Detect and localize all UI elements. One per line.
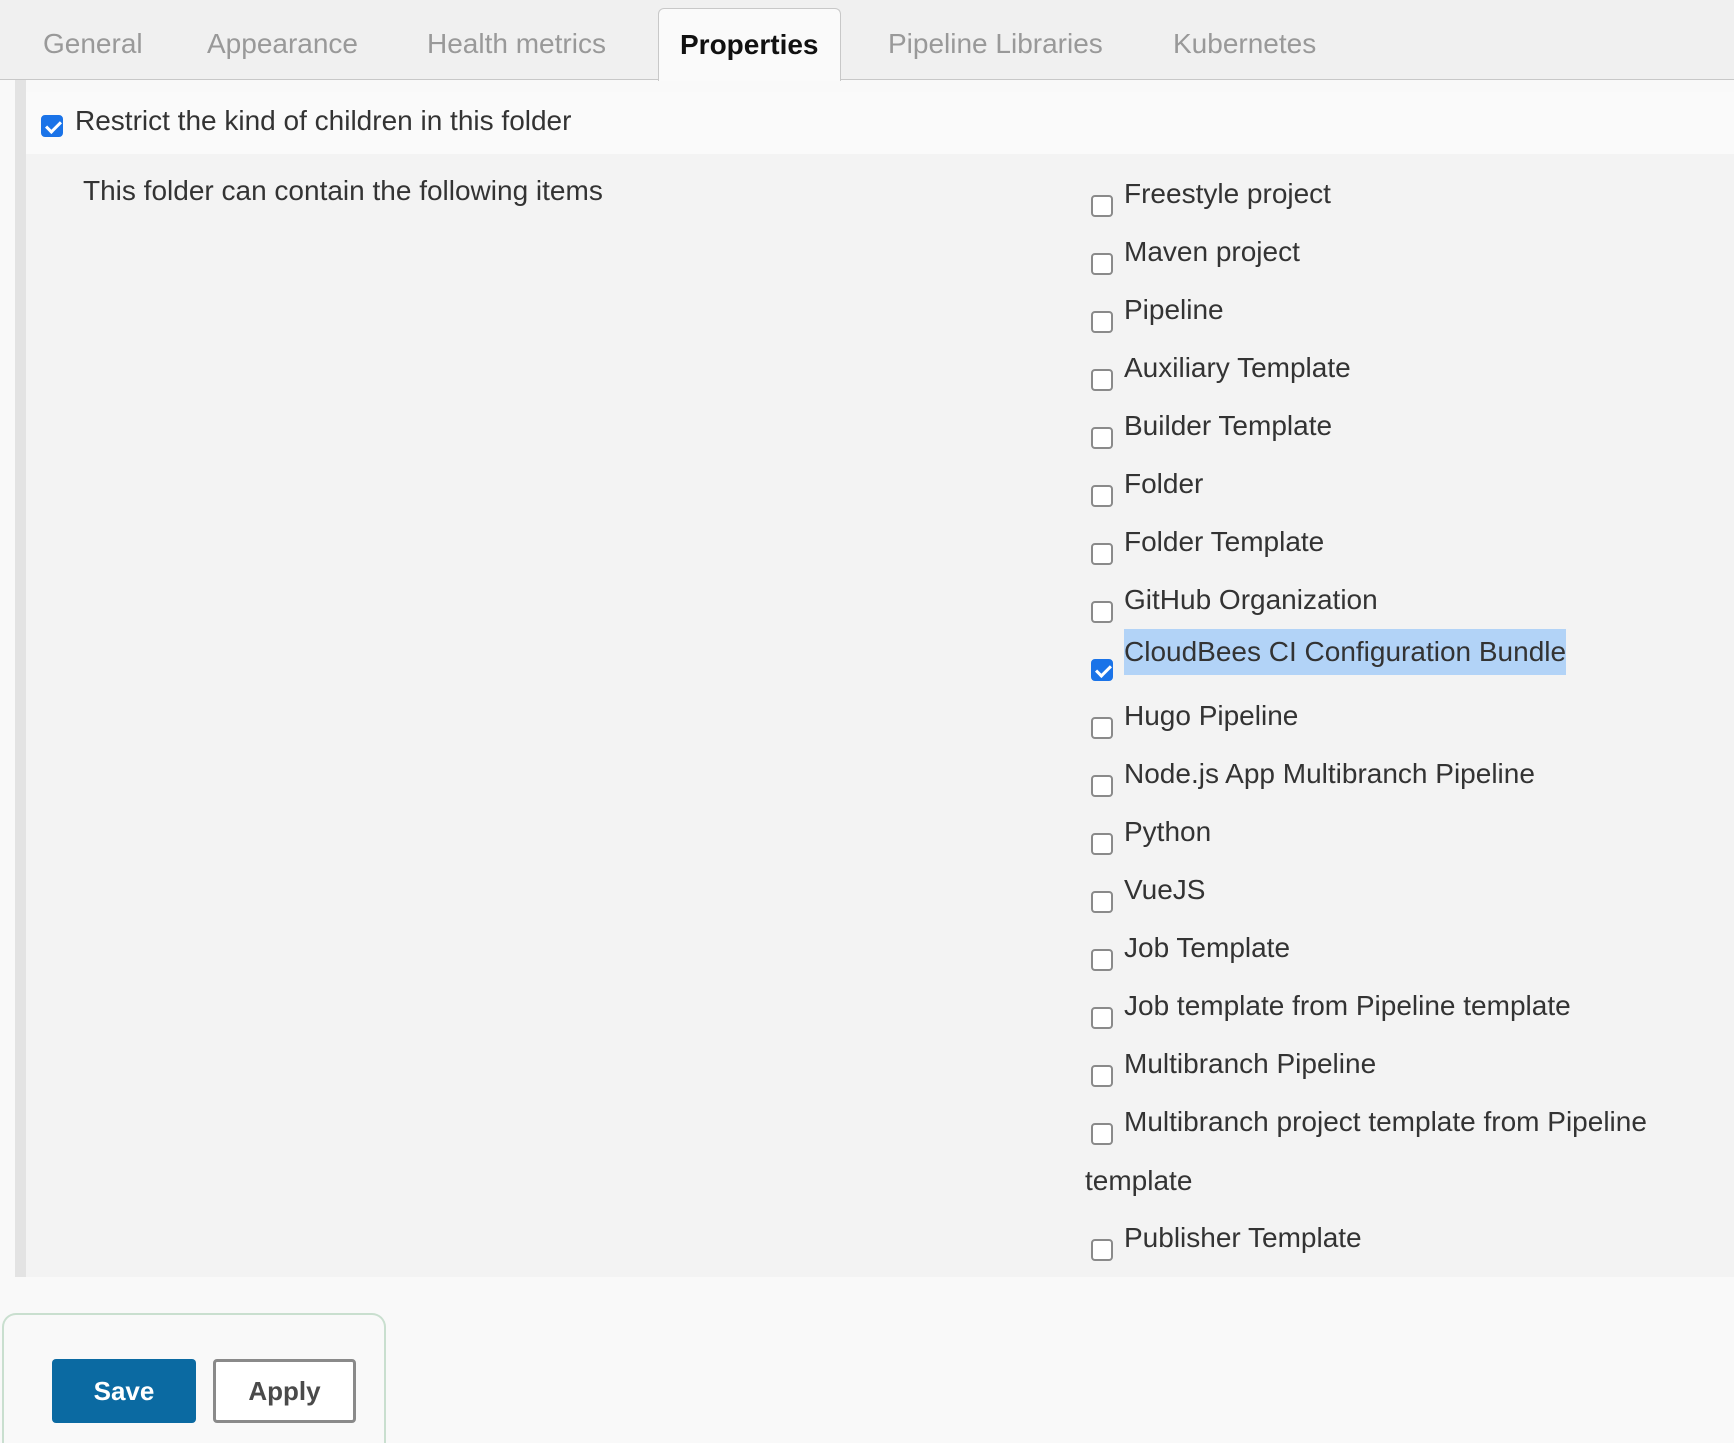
item-checkbox-freestyle-project[interactable] <box>1091 195 1113 217</box>
item-label-builder-template[interactable]: Builder Template <box>1124 406 1332 446</box>
item-checkbox-nodejs-app-multibranch-pipeline[interactable] <box>1091 775 1113 797</box>
item-label-folder-template[interactable]: Folder Template <box>1124 522 1324 562</box>
item-label-job-template[interactable]: Job Template <box>1124 928 1290 968</box>
item-label-cloudbees-ci-configuration-bundle[interactable]: CloudBees CI Configuration Bundle <box>1124 629 1567 675</box>
item-checkbox-cloudbees-ci-configuration-bundle[interactable] <box>1091 659 1113 681</box>
item-label-multibranch-project-template-wrap[interactable]: template <box>1085 1165 1192 1197</box>
item-checkbox-hugo-pipeline[interactable] <box>1091 717 1113 739</box>
item-label-github-organization[interactable]: GitHub Organization <box>1124 580 1378 620</box>
item-label-hugo-pipeline[interactable]: Hugo Pipeline <box>1124 696 1298 736</box>
section-rail <box>15 80 26 1277</box>
tab-kubernetes[interactable]: Kubernetes <box>1173 8 1316 81</box>
item-label-vuejs[interactable]: VueJS <box>1124 870 1205 910</box>
tab-properties[interactable]: Properties <box>658 8 841 81</box>
item-label-auxiliary-template[interactable]: Auxiliary Template <box>1124 348 1351 388</box>
item-label-job-template-from-pipeline-template[interactable]: Job template from Pipeline template <box>1124 986 1571 1026</box>
item-label-maven-project[interactable]: Maven project <box>1124 232 1300 272</box>
item-checkbox-multibranch-pipeline[interactable] <box>1091 1065 1113 1087</box>
item-checkbox-builder-template[interactable] <box>1091 427 1113 449</box>
tab-bar: General Appearance Health metrics Proper… <box>0 0 1734 81</box>
item-checkbox-pipeline[interactable] <box>1091 311 1113 333</box>
allowed-items-label: This folder can contain the following it… <box>83 175 603 206</box>
item-checkbox-job-template[interactable] <box>1091 949 1113 971</box>
tab-appearance[interactable]: Appearance <box>207 8 358 81</box>
item-checkbox-maven-project[interactable] <box>1091 253 1113 275</box>
item-checkbox-python[interactable] <box>1091 833 1113 855</box>
item-checkbox-github-organization[interactable] <box>1091 601 1113 623</box>
item-label-pipeline[interactable]: Pipeline <box>1124 290 1224 330</box>
item-checkbox-auxiliary-template[interactable] <box>1091 369 1113 391</box>
item-checkbox-vuejs[interactable] <box>1091 891 1113 913</box>
tab-pipeline-libraries[interactable]: Pipeline Libraries <box>888 8 1103 81</box>
item-label-publisher-template[interactable]: Publisher Template <box>1124 1218 1362 1258</box>
save-button[interactable]: Save <box>52 1359 196 1423</box>
restrict-children-checkbox[interactable] <box>41 115 63 137</box>
item-label-multibranch-project-template[interactable]: Multibranch project template from Pipeli… <box>1124 1102 1647 1142</box>
apply-button[interactable]: Apply <box>213 1359 356 1423</box>
tab-health-metrics[interactable]: Health metrics <box>427 8 606 81</box>
item-checkbox-folder-template[interactable] <box>1091 543 1113 565</box>
item-checkbox-job-template-from-pipeline-template[interactable] <box>1091 1007 1113 1029</box>
item-label-freestyle-project[interactable]: Freestyle project <box>1124 174 1331 214</box>
item-checkbox-folder[interactable] <box>1091 485 1113 507</box>
tab-general[interactable]: General <box>43 8 143 81</box>
restrict-children-label[interactable]: Restrict the kind of children in this fo… <box>75 105 571 137</box>
item-label-folder[interactable]: Folder <box>1124 464 1203 504</box>
item-checkbox-publisher-template[interactable] <box>1091 1239 1113 1261</box>
item-label-nodejs-app-multibranch-pipeline[interactable]: Node.js App Multibranch Pipeline <box>1124 754 1535 794</box>
item-label-multibranch-pipeline[interactable]: Multibranch Pipeline <box>1124 1044 1376 1084</box>
item-checkbox-multibranch-project-template[interactable] <box>1091 1123 1113 1145</box>
item-label-python[interactable]: Python <box>1124 812 1211 852</box>
